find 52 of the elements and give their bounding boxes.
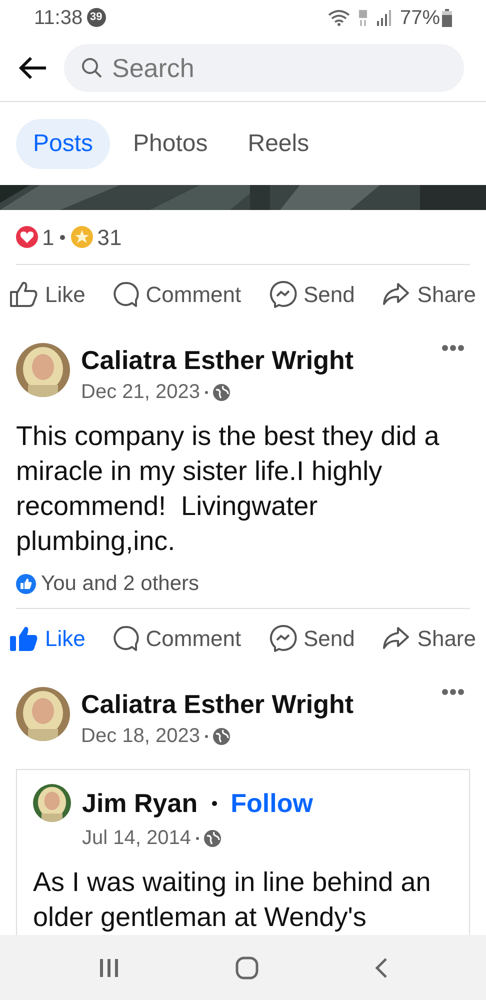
globe-icon xyxy=(212,728,230,744)
like-reaction-icon xyxy=(16,574,36,594)
clock-time: 11:38 xyxy=(34,6,83,30)
data-transfer-icon xyxy=(358,8,368,26)
share-arrow-icon xyxy=(382,626,410,650)
tab[interactable]: Posts xyxy=(16,118,110,168)
share-button[interactable]: Share xyxy=(382,622,476,654)
send-button[interactable]: Send xyxy=(268,622,355,654)
messenger-icon xyxy=(268,280,296,308)
globe-icon xyxy=(204,830,221,846)
heart-reaction-icon xyxy=(16,226,38,248)
care-reaction-icon xyxy=(71,226,94,248)
home-icon[interactable] xyxy=(234,956,259,980)
speech-bubble-icon xyxy=(112,625,139,651)
post-date: Dec 18, 2023 xyxy=(81,724,200,749)
thumbs-up-icon xyxy=(10,281,38,307)
speech-bubble-icon xyxy=(112,281,139,307)
post-date: Jul 14, 2014 xyxy=(82,826,191,851)
post-text: This company is the best they did a miracle in my sister life.I highly recommend! Livingwater plumbing,inc. xyxy=(15,420,440,558)
notification-count: 39 xyxy=(86,8,106,27)
messenger-icon xyxy=(268,624,296,652)
tab[interactable]: Photos xyxy=(116,118,225,168)
share-button[interactable]: Share xyxy=(382,278,476,310)
recent-apps-icon[interactable] xyxy=(98,958,120,978)
more-options-icon[interactable] xyxy=(442,345,464,351)
likes-summary[interactable]: You and 2 others xyxy=(41,568,200,600)
search-icon xyxy=(81,57,103,79)
battery-icon xyxy=(442,8,452,26)
post-date: Dec 21, 2023 xyxy=(81,380,200,405)
more-options-icon[interactable] xyxy=(442,689,464,695)
reaction-count: 31 xyxy=(97,224,122,252)
author-name[interactable]: Caliatra Esther Wright xyxy=(81,343,431,377)
search-field[interactable]: Search xyxy=(64,44,464,92)
send-button[interactable]: Send xyxy=(268,278,355,310)
tab[interactable]: Reels xyxy=(230,118,326,168)
post-text: As I was waiting in line behind an older gentleman at Wendy's xyxy=(33,866,432,934)
comment-button[interactable]: Comment xyxy=(112,622,242,654)
share-arrow-icon xyxy=(382,282,410,306)
globe-icon xyxy=(212,384,230,400)
battery-percent: 77% xyxy=(400,6,440,30)
wifi-icon xyxy=(328,10,350,26)
back-icon[interactable] xyxy=(374,956,388,978)
comment-button[interactable]: Comment xyxy=(112,278,242,310)
follow-link[interactable]: Follow xyxy=(230,784,313,823)
author-name[interactable]: Caliatra Esther Wright xyxy=(81,687,431,721)
signal-icon xyxy=(376,10,392,26)
reaction-count: 1 xyxy=(42,224,54,252)
back-arrow-icon[interactable] xyxy=(18,56,48,80)
thumbs-up-icon xyxy=(10,625,38,651)
author-name[interactable]: Jim Ryan xyxy=(82,784,198,823)
like-button[interactable]: Like xyxy=(10,278,86,310)
like-button[interactable]: Like xyxy=(10,622,86,654)
